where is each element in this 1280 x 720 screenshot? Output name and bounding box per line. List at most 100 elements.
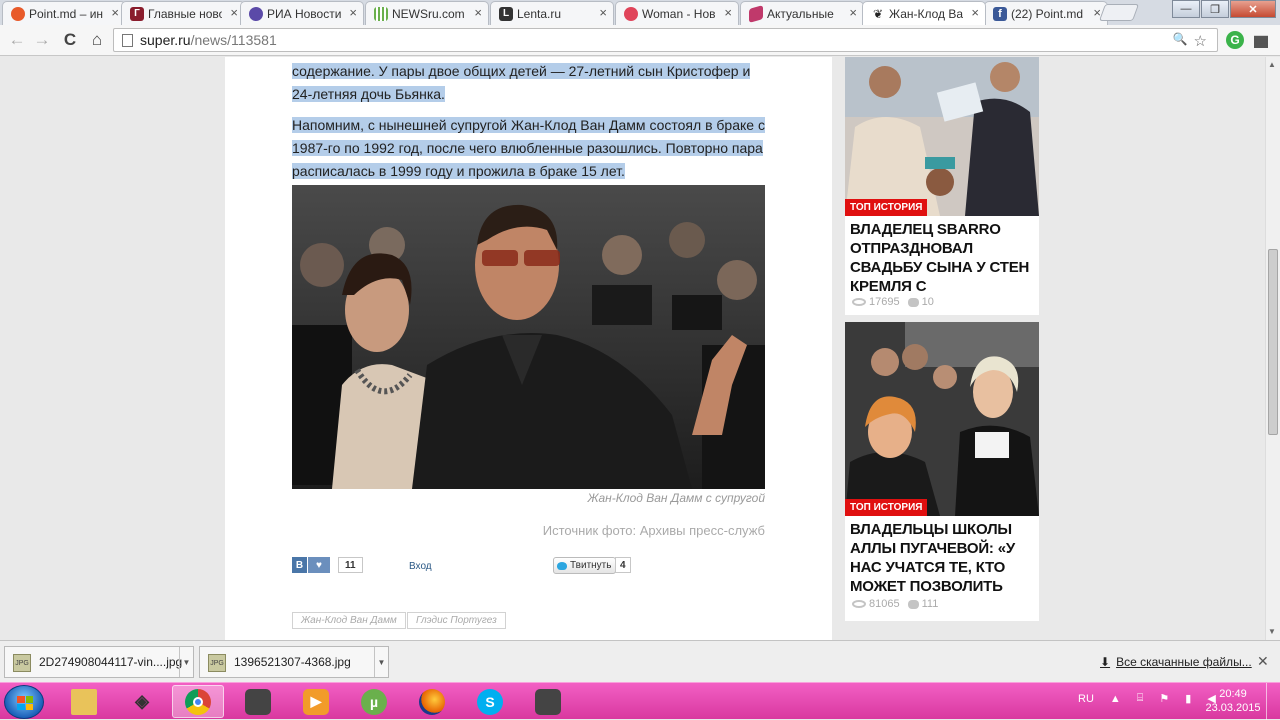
taskbar-explorer[interactable]	[58, 685, 110, 718]
reload-button[interactable]: C	[59, 29, 81, 51]
tab-jean-claude[interactable]: ❦ Жан-Клод Ван ×	[862, 1, 986, 25]
close-icon[interactable]: ×	[724, 5, 732, 20]
story-meta: 17695 10	[845, 293, 1039, 312]
tweet-count: 4	[615, 557, 631, 573]
close-icon[interactable]: ×	[849, 5, 857, 20]
top-story-badge: ТОП ИСТОРИЯ	[845, 199, 928, 216]
taskbar-utorrent[interactable]: µ	[348, 685, 400, 718]
grammarly-icon[interactable]: G	[1226, 31, 1244, 49]
taskbar-firefox[interactable]	[406, 685, 458, 718]
tab-woman[interactable]: Woman - Нов ×	[615, 1, 739, 25]
close-shelf-icon[interactable]: ✕	[1257, 653, 1269, 670]
close-icon[interactable]: ×	[599, 5, 607, 20]
tab-title: (22) Point.md	[1011, 6, 1084, 21]
close-icon[interactable]: ×	[111, 5, 119, 20]
tag-gladys-portugues[interactable]: Глэдис Португез	[407, 612, 506, 629]
close-icon[interactable]: ×	[971, 5, 979, 20]
story-title[interactable]: ВЛАДЕЛЬЦЫ ШКОЛЫ АЛЛЫ ПУГАЧЕВОЙ: «У НАС У…	[845, 516, 1039, 595]
login-link[interactable]: Вход	[409, 561, 432, 572]
lenta-icon: L	[499, 7, 513, 21]
window-controls: — ❐ ✕	[1171, 0, 1276, 18]
maximize-button[interactable]: ❐	[1201, 0, 1229, 18]
system-tray: RU ▲ ⌸ ⚑ ▮ ◀	[1078, 692, 1216, 705]
tab-lenta[interactable]: L Lenta.ru ×	[490, 1, 614, 25]
all-downloads-link[interactable]: ⬇ Все скачанные файлы...	[1100, 655, 1252, 669]
heart-icon: ♥	[308, 557, 330, 573]
page-icon	[122, 34, 133, 47]
tab-glavnye-novosti[interactable]: Г Главные ново ×	[121, 1, 245, 25]
tab-point-md[interactable]: Point.md – ин ×	[2, 1, 126, 25]
menu-icon[interactable]: ▬ ▬ ▬	[1254, 28, 1268, 50]
taskbar-skype[interactable]: S	[464, 685, 516, 718]
zoom-icon[interactable]: 🔍	[1173, 32, 1188, 50]
newsru-icon	[374, 7, 388, 21]
comment-icon	[907, 297, 919, 307]
tab-newsru[interactable]: NEWSru.com ×	[365, 1, 489, 25]
bookmark-star-icon[interactable]: ☆	[1194, 32, 1207, 50]
browser-toolbar: ← → C ⌂ super.ru/news/113581 🔍 ☆ G ▬ ▬ ▬	[0, 25, 1280, 56]
scroll-down-icon[interactable]: ▼	[1268, 627, 1276, 636]
tab-ria-novosti[interactable]: РИА Новости ×	[240, 1, 364, 25]
article-paragraph: Напомним, с нынешней супругой Жан-Клод В…	[292, 117, 765, 179]
back-button[interactable]: ←	[6, 29, 28, 51]
download-item[interactable]: JPG 1396521307-4368.jpg ▼	[199, 646, 389, 678]
twitter-bird-icon	[557, 561, 567, 570]
start-button[interactable]	[4, 685, 44, 719]
home-button[interactable]: ⌂	[86, 29, 108, 51]
tab-title: Woman - Нов	[642, 6, 716, 21]
tab-title: Главные ново	[148, 6, 222, 21]
vk-share-button[interactable]: B ♥	[292, 557, 330, 573]
taskbar-app[interactable]: ◈	[116, 685, 168, 718]
network-icon[interactable]: ▮	[1185, 692, 1191, 705]
tab-title: Point.md – ин	[29, 6, 103, 21]
download-item[interactable]: JPG 2D274908044117-vin....jpg ▼	[4, 646, 194, 678]
views-count: 17695	[852, 296, 900, 308]
new-tab-button[interactable]	[1098, 4, 1140, 21]
tweet-button[interactable]: Твитнуть	[553, 557, 617, 574]
tab-facebook-point[interactable]: f (22) Point.md ×	[984, 1, 1108, 25]
eye-icon	[852, 600, 866, 609]
show-desktop-button[interactable]	[1266, 683, 1280, 720]
tab-title: Жан-Клод Ван	[889, 6, 963, 21]
close-window-button[interactable]: ✕	[1230, 0, 1276, 18]
close-icon[interactable]: ×	[474, 5, 482, 20]
chevron-down-icon[interactable]: ▼	[179, 647, 193, 677]
tag-van-damme[interactable]: Жан-Клод Ван Дамм	[292, 612, 406, 629]
photo-caption: Жан-Клод Ван Дамм с супругой	[587, 491, 766, 505]
taskbar-media[interactable]: ▶	[290, 685, 342, 718]
vk-logo-icon: B	[292, 557, 307, 573]
story-title[interactable]: ВЛАДЕЛЕЦ SBARRO ОТПРАЗДНОВАЛ СВАДЬБУ СЫН…	[845, 216, 1039, 293]
tab-aktualnye[interactable]: Актуальные ×	[740, 1, 864, 25]
tray-expand-icon[interactable]: ▲	[1110, 693, 1121, 705]
vk-like-count: 11	[338, 557, 363, 573]
comments-count: 10	[907, 296, 934, 308]
taskbar-chrome[interactable]	[172, 685, 224, 718]
close-icon[interactable]: ×	[230, 5, 238, 20]
point-md-icon	[11, 7, 25, 21]
utorrent-icon: µ	[361, 688, 387, 715]
address-bar[interactable]: super.ru/news/113581 🔍 ☆	[113, 28, 1218, 52]
comment-icon	[907, 599, 919, 609]
scroll-up-icon[interactable]: ▲	[1268, 60, 1276, 69]
flag-icon[interactable]: ⚑	[1159, 692, 1169, 705]
sidebar-story[interactable]: ТОП ИСТОРИЯ ВЛАДЕЛЕЦ SBARRO ОТПРАЗДНОВАЛ…	[845, 57, 1039, 315]
chevron-down-icon[interactable]: ▼	[374, 647, 388, 677]
ria-icon	[249, 7, 263, 21]
wedding-photo	[845, 57, 1039, 216]
views-count: 81065	[852, 598, 900, 610]
scroll-thumb[interactable]	[1268, 249, 1278, 435]
taskbar-camera[interactable]	[232, 685, 284, 718]
story-meta: 81065 111	[845, 595, 1039, 614]
page-scrollbar[interactable]: ▲ ▼	[1265, 57, 1280, 640]
minimize-button[interactable]: —	[1172, 0, 1200, 18]
sidebar-story[interactable]: ТОП ИСТОРИЯ ВЛАДЕЛЬЦЫ ШКОЛЫ АЛЛЫ ПУГАЧЕВ…	[845, 322, 1039, 621]
article-column: содержание. У пары двое общих детей — 27…	[225, 57, 832, 640]
url-host: super.ru	[140, 32, 191, 48]
taskbar-clock[interactable]: 20:49 23.03.2015	[1205, 687, 1261, 715]
language-indicator[interactable]: RU	[1078, 693, 1094, 705]
usb-icon[interactable]: ⌸	[1137, 692, 1144, 705]
close-icon[interactable]: ×	[349, 5, 357, 20]
tab-title: РИА Новости	[267, 6, 341, 21]
forward-button[interactable]: →	[31, 29, 53, 51]
taskbar-camera-2[interactable]	[522, 685, 574, 718]
